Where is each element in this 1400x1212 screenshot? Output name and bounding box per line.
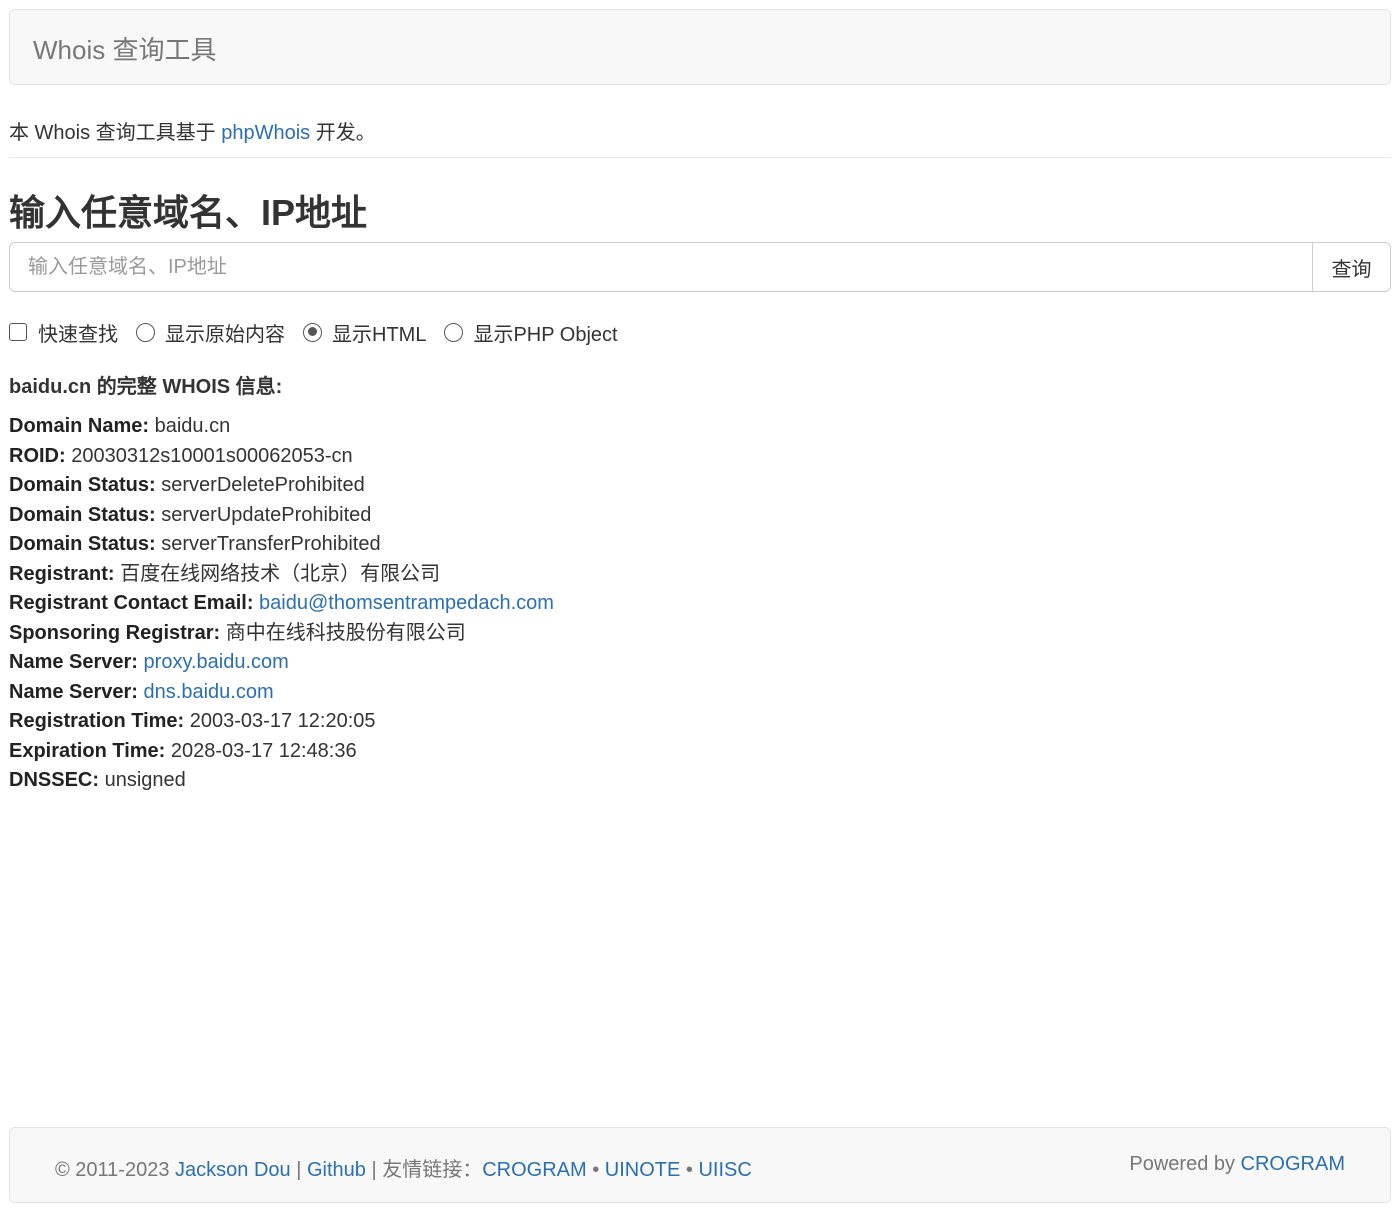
whois-row: Sponsoring Registrar: 商中在线科技股份有限公司 [9,619,554,649]
row-value: serverDeleteProhibited [161,474,365,496]
row-label: Name Server: [9,680,138,703]
option-show-html[interactable]: 显示HTML [303,318,426,347]
whois-row: Registrant: 百度在线网络技术（北京）有限公司 [9,560,554,590]
quick-search-checkbox[interactable] [9,323,27,341]
whois-row: Name Server: proxy.baidu.com [9,648,554,678]
result-title: baidu.cn 的完整 WHOIS 信息: [9,376,283,398]
option-label: 显示原始内容 [165,323,285,346]
option-label: 快速查找 [38,323,118,346]
option-quick-search[interactable]: 快速查找 [9,318,118,347]
bullet-separator: • [586,1159,605,1181]
divider [9,157,1391,158]
row-label: Domain Name: [9,415,150,437]
row-label: Sponsoring Registrar: [9,621,221,644]
github-link[interactable]: Github [307,1159,366,1181]
whois-row: Domain Name: baidu.cn [9,412,554,442]
copyright-text: © 2011-2023 [55,1159,176,1181]
show-raw-radio[interactable] [136,322,155,342]
powered-by-text: Powered by [1129,1153,1241,1175]
name-server-link[interactable]: dns.baidu.com [144,681,274,703]
intro-text: 本 Whois 查询工具基于 phpWhois 开发。 [9,116,376,145]
option-show-php-object[interactable]: 显示PHP Object [444,318,618,347]
row-value: 2003-03-17 12:20:05 [189,710,376,732]
footer-credits: © 2011-2023 Jackson Dou | Github | 友情链接：… [55,1153,752,1182]
row-value: 商中在线科技股份有限公司 [225,621,466,644]
separator: | [290,1159,307,1181]
row-value: 2028-03-17 12:48:36 [170,739,357,762]
display-options: 快速查找 显示原始内容 显示HTML 显示PHP Object [9,318,636,346]
author-link[interactable]: Jackson Dou [175,1159,291,1181]
option-label: 显示HTML [332,323,427,346]
whois-row: Name Server: dns.baidu.com [9,678,554,708]
row-label: Expiration Time: [9,739,166,762]
whois-row: Domain Status: serverDeleteProhibited [9,471,554,501]
show-php-object-radio[interactable] [444,322,464,342]
friend-link-uinote[interactable]: UINOTE [605,1159,681,1181]
row-label: DNSSEC: [9,769,100,791]
name-server-link[interactable]: proxy.baidu.com [144,651,289,673]
domain-search-input[interactable] [9,242,1313,292]
whois-row: Domain Status: serverUpdateProhibited [9,501,554,531]
row-label: Registrant Contact Email: [9,592,254,614]
row-label: ROID: [9,444,66,467]
row-label: Domain Status: [9,533,156,555]
whois-result-list: Domain Name: baidu.cn ROID: 20030312s100… [9,412,554,796]
whois-row: Domain Status: serverTransferProhibited [9,530,554,560]
query-button[interactable]: 查询 [1312,242,1391,292]
friend-link-crogram[interactable]: CROGRAM [482,1159,586,1181]
intro-suffix: 开发。 [310,122,376,144]
row-label: Registrant: [9,562,115,585]
page-title: 输入任意域名、IP地址 [9,192,368,233]
navbar-brand[interactable]: Whois 查询工具 [33,30,216,67]
show-html-radio[interactable] [303,322,322,342]
powered-by-link[interactable]: CROGRAM [1241,1153,1345,1175]
footer: © 2011-2023 Jackson Dou | Github | 友情链接：… [9,1127,1391,1203]
whois-row: DNSSEC: unsigned [9,766,554,796]
row-label: Registration Time: [9,710,185,732]
whois-row: Expiration Time: 2028-03-17 12:48:36 [9,737,554,767]
bullet-separator: • [680,1159,699,1181]
row-label: Domain Status: [9,474,156,496]
option-show-raw[interactable]: 显示原始内容 [136,318,285,347]
registrant-email-link[interactable]: baidu@thomsentrampedach.com [259,592,554,614]
powered-by: Powered by CROGRAM [1129,1153,1345,1176]
row-value: unsigned [104,769,186,791]
option-label: 显示PHP Object [473,323,618,346]
row-value: serverTransferProhibited [161,533,381,555]
whois-row: Registrant Contact Email: baidu@thomsent… [9,589,554,619]
friend-link-uiisc[interactable]: UIISC [698,1159,751,1181]
navbar: Whois 查询工具 [9,9,1391,85]
row-label: Name Server: [9,651,138,673]
whois-row: ROID: 20030312s10001s00062053-cn [9,442,554,472]
phpwhois-link[interactable]: phpWhois [221,122,310,144]
row-value: 百度在线网络技术（北京）有限公司 [120,562,441,585]
whois-row: Registration Time: 2003-03-17 12:20:05 [9,707,554,737]
friend-links-label: | 友情链接： [365,1159,483,1181]
row-value: baidu.cn [154,415,231,437]
row-value: serverUpdateProhibited [161,503,372,526]
intro-prefix: 本 Whois 查询工具基于 [9,122,222,144]
search-form: 查询 [9,242,1391,292]
row-value: 20030312s10001s00062053-cn [71,444,353,467]
row-label: Domain Status: [9,503,156,526]
